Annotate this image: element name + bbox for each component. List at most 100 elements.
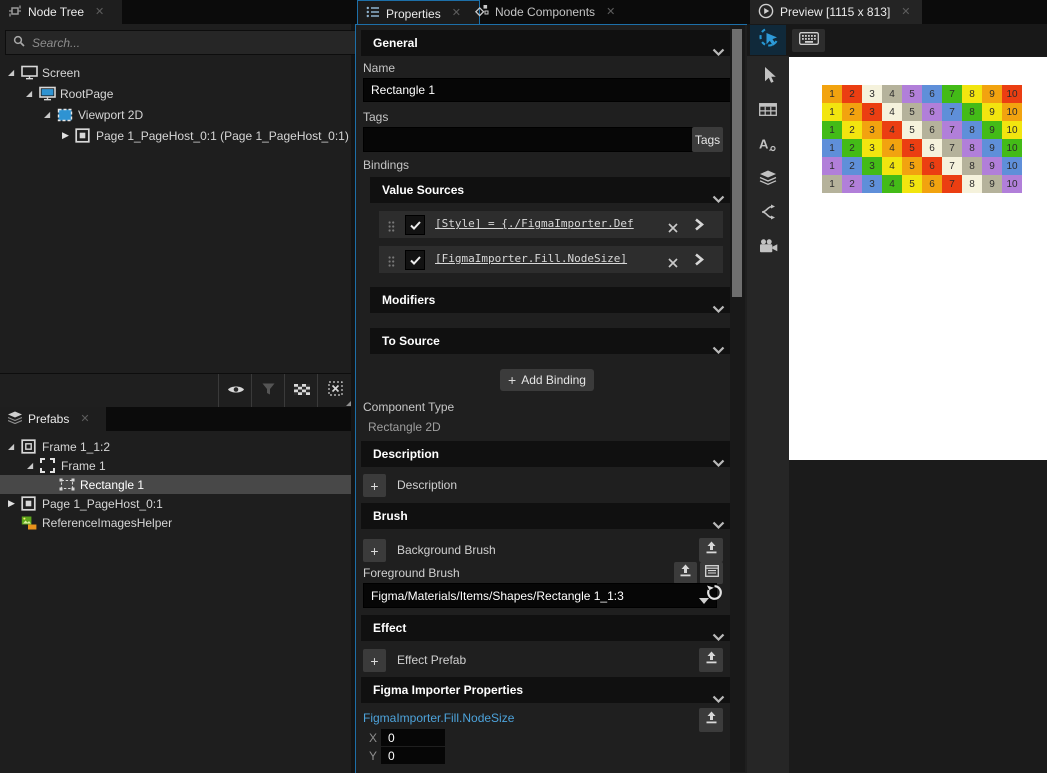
binding-enabled-checkbox[interactable] [405, 250, 425, 270]
open-binding-icon[interactable] [694, 218, 704, 236]
expander-expanded-icon[interactable]: ◢ [8, 68, 21, 77]
figma-property-link[interactable]: FigmaImporter.Fill.NodeSize [363, 711, 514, 725]
section-description[interactable]: Description [361, 441, 735, 467]
tags-input[interactable] [363, 127, 705, 152]
add-effect-prefab-button[interactable]: + [363, 649, 386, 672]
grid-cell-r3-c4: 4 [882, 121, 902, 139]
prefab-item-rectangle-1[interactable]: Rectangle 1 [0, 475, 351, 494]
editor-panel-icon [705, 564, 719, 582]
grid-view-button[interactable] [756, 100, 780, 124]
section-general[interactable]: General [361, 30, 735, 56]
x-value-field[interactable]: 0 [381, 729, 445, 746]
tab-preview[interactable]: Preview [1115 x 813] ✕ [750, 0, 922, 24]
expander-expanded-icon[interactable]: ◢ [26, 89, 39, 98]
transparency-grid-button[interactable] [284, 374, 318, 407]
section-value-sources[interactable]: Value Sources [370, 177, 735, 203]
text-tool-button[interactable]: A [756, 134, 780, 158]
revert-value-button[interactable] [704, 584, 725, 605]
virtual-keyboard-button[interactable] [792, 29, 825, 52]
add-background-brush-button[interactable]: + [363, 539, 386, 562]
tab-node-components[interactable]: Node Components ✕ [466, 0, 632, 24]
expander-collapsed-icon[interactable]: ▶ [62, 130, 75, 141]
tree-item-rootpage[interactable]: ◢ RootPage [0, 83, 351, 104]
y-value-field[interactable]: 0 [381, 747, 445, 764]
properties-scrollbar-track[interactable] [730, 25, 745, 772]
chevron-down-icon[interactable] [712, 450, 725, 476]
remove-binding-icon[interactable] [668, 220, 678, 238]
open-brush-editor-button[interactable] [700, 562, 723, 584]
name-input[interactable]: Rectangle 1 [363, 78, 739, 102]
state-flow-button[interactable] [756, 202, 780, 226]
drag-handle-icon[interactable] [388, 254, 395, 272]
tab-prefabs[interactable]: Prefabs ✕ [0, 407, 106, 431]
branch-arrows-icon [760, 204, 776, 225]
push-to-default-button[interactable] [699, 648, 723, 672]
interact-mode-button[interactable] [750, 25, 786, 55]
preview-side-toolbar: A [747, 56, 789, 773]
section-modifiers[interactable]: Modifiers [370, 287, 735, 313]
tree-item-page-host[interactable]: ▶ Page 1_PageHost_0:1 (Page 1_PageHost_0… [0, 125, 351, 146]
push-to-default-button[interactable] [699, 538, 723, 562]
foreground-brush-dropdown[interactable]: Figma/Materials/Items/Shapes/Rectangle 1… [363, 583, 717, 608]
add-binding-button[interactable]: + Add Binding [500, 369, 594, 391]
tab-properties[interactable]: Properties ✕ [357, 0, 480, 26]
chevron-down-icon[interactable] [712, 296, 725, 322]
expander-expanded-icon[interactable]: ◢ [8, 442, 21, 451]
chevron-down-icon[interactable] [712, 186, 725, 212]
camera-button[interactable] [756, 236, 780, 260]
search-input[interactable]: Search... [5, 30, 361, 55]
binding-expression-link[interactable]: [Style] = {./FigmaImporter.Def [435, 217, 661, 230]
visibility-eye-button[interactable] [218, 374, 252, 407]
add-description-button[interactable]: + [363, 474, 386, 497]
close-icon[interactable]: ✕ [95, 7, 104, 18]
grid-cell-r6-c2: 2 [842, 175, 862, 193]
grid-cell-r3-c3: 3 [862, 121, 882, 139]
properties-panel: General Name Rectangle 1 Tags Tags Bindi… [355, 24, 748, 773]
name-label: Name [363, 61, 395, 75]
close-icon[interactable]: ✕ [80, 414, 89, 425]
tree-item-screen[interactable]: ◢ Screen [0, 62, 351, 83]
select-tool-button[interactable] [756, 66, 780, 90]
push-to-default-button[interactable] [699, 708, 723, 732]
tags-button[interactable]: Tags [692, 127, 723, 152]
prefab-item-frame-1-1-2[interactable]: ◢ Frame 1_1:2 [0, 437, 351, 456]
tree-item-label: Frame 1 [61, 459, 106, 473]
tree-item-viewport-2d[interactable]: ◢ Viewport 2D [0, 104, 351, 125]
close-icon[interactable]: ✕ [901, 7, 910, 18]
tab-node-tree[interactable]: Node Tree ✕ [0, 0, 122, 24]
properties-scrollbar-thumb[interactable] [732, 29, 742, 297]
drag-handle-icon[interactable] [388, 219, 395, 237]
layers-button[interactable] [756, 168, 780, 192]
prefab-item-frame-1[interactable]: ◢ Frame 1 [0, 456, 351, 475]
close-icon[interactable]: ✕ [606, 7, 615, 18]
frame-corners-icon [40, 458, 61, 473]
prefab-item-page-host[interactable]: ▶ Page 1_PageHost_0:1 [0, 494, 351, 513]
tags-label: Tags [363, 110, 388, 124]
section-effect[interactable]: Effect [361, 615, 735, 641]
open-binding-icon[interactable] [694, 253, 704, 271]
grid-cell-r1-c6: 6 [922, 85, 942, 103]
plus-icon: + [508, 373, 516, 387]
expander-collapsed-icon[interactable]: ▶ [8, 498, 21, 509]
push-to-default-button[interactable] [674, 562, 697, 584]
filter-button[interactable] [251, 374, 285, 407]
chevron-down-icon[interactable] [712, 337, 725, 363]
expander-expanded-icon[interactable]: ◢ [27, 461, 40, 470]
section-figma-importer[interactable]: Figma Importer Properties [361, 677, 735, 703]
remove-binding-icon[interactable] [668, 255, 678, 273]
clear-selection-button[interactable] [317, 374, 352, 407]
grid-cell-r1-c9: 9 [982, 85, 1002, 103]
prefab-item-reference-images-helper[interactable]: ReferenceImagesHelper [0, 513, 351, 532]
binding-enabled-checkbox[interactable] [405, 215, 425, 235]
chevron-down-icon[interactable] [712, 512, 725, 538]
section-brush[interactable]: Brush [361, 503, 735, 529]
binding-expression-link[interactable]: [FigmaImporter.Fill.NodeSize] [435, 252, 661, 265]
expander-expanded-icon[interactable]: ◢ [44, 110, 57, 119]
grid-cell-r6-c7: 7 [942, 175, 962, 193]
chevron-down-icon[interactable] [712, 39, 725, 65]
tree-item-label: Rectangle 1 [80, 478, 144, 492]
chevron-down-icon[interactable] [712, 624, 725, 650]
section-to-source[interactable]: To Source [370, 328, 735, 354]
properties-icon [366, 6, 380, 21]
close-icon[interactable]: ✕ [452, 8, 461, 19]
